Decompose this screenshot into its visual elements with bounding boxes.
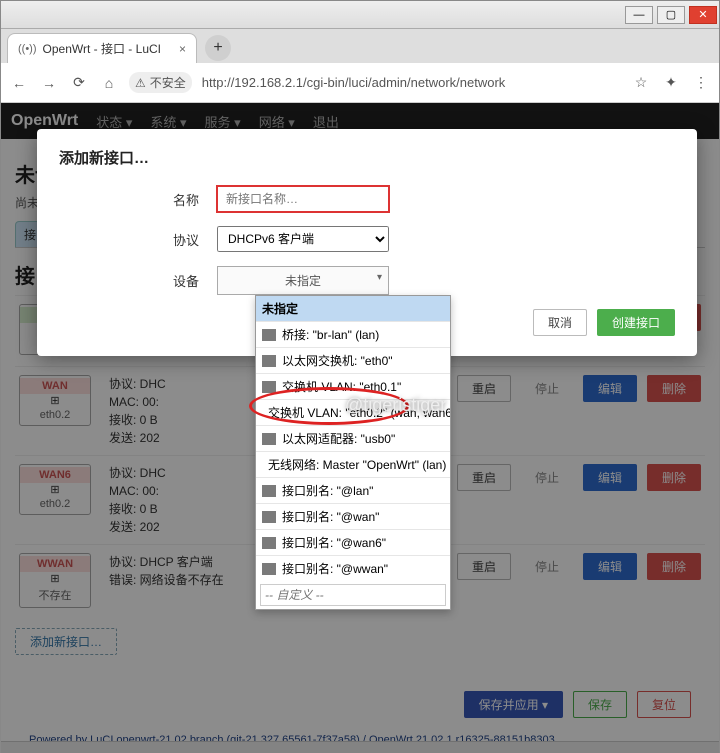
- security-badge[interactable]: ⚠ 不安全: [129, 72, 192, 93]
- device-option[interactable]: 交换机 VLAN: "eth0.1": [256, 373, 450, 399]
- page-viewport: OpenWrt 状态 ▾ 系统 ▾ 服务 ▾ 网络 ▾ 退出 未设 尚未 接口 …: [1, 103, 719, 753]
- tab-title: OpenWrt - 接口 - LuCI: [43, 40, 161, 57]
- device-option-label: 以太网适配器: "usb0": [282, 430, 395, 447]
- address-bar[interactable]: http://192.168.2.1/cgi-bin/luci/admin/ne…: [202, 75, 621, 90]
- browser-tabstrip: ((•)) OpenWrt - 接口 - LuCI × +: [1, 29, 719, 63]
- device-option-label: 桥接: "br-lan" (lan): [282, 326, 379, 343]
- cancel-button[interactable]: 取消: [533, 309, 587, 336]
- label-protocol: 协议: [59, 230, 217, 249]
- device-option-label: 交换机 VLAN: "eth0.1": [282, 378, 401, 395]
- device-option[interactable]: 桥接: "br-lan" (lan): [256, 321, 450, 347]
- device-option[interactable]: 接口别名: "@wwan": [256, 555, 450, 581]
- reload-button[interactable]: ⟳: [69, 74, 89, 91]
- device-option[interactable]: 以太网交换机: "eth0": [256, 347, 450, 373]
- device-option-label: 以太网交换机: "eth0": [282, 352, 393, 369]
- device-icon: [262, 537, 276, 549]
- create-interface-button[interactable]: 创建接口: [597, 309, 675, 336]
- device-option-label: 交换机 VLAN: "eth0.2" (wan, wan6): [268, 404, 450, 421]
- tab-close-icon[interactable]: ×: [179, 42, 186, 56]
- warning-icon: ⚠: [135, 76, 146, 90]
- device-option-label: 接口别名: "@lan": [282, 482, 373, 499]
- device-icon: [262, 355, 276, 367]
- label-name: 名称: [59, 190, 217, 209]
- device-option[interactable]: 交换机 VLAN: "eth0.2" (wan, wan6): [256, 399, 450, 425]
- name-input[interactable]: [217, 186, 389, 212]
- device-option[interactable]: 无线网络: Master "OpenWrt" (lan): [256, 451, 450, 477]
- protocol-select[interactable]: DHCPv6 客户端: [217, 226, 389, 252]
- bookmark-star-icon[interactable]: ☆: [631, 74, 651, 91]
- back-button[interactable]: ←: [9, 75, 29, 91]
- browser-tab[interactable]: ((•)) OpenWrt - 接口 - LuCI ×: [7, 33, 197, 63]
- forward-button[interactable]: →: [39, 75, 59, 91]
- device-option[interactable]: 以太网适配器: "usb0": [256, 425, 450, 451]
- device-option[interactable]: 接口别名: "@lan": [256, 477, 450, 503]
- window-max-button[interactable]: ▢: [657, 6, 685, 24]
- device-icon: [262, 563, 276, 575]
- dropdown-group-unspecified[interactable]: 未指定: [256, 296, 450, 321]
- device-select-button[interactable]: 未指定: [217, 266, 389, 295]
- device-dropdown: 未指定 桥接: "br-lan" (lan) 以太网交换机: "eth0" 交换机 …: [255, 295, 451, 610]
- home-button[interactable]: ⌂: [99, 75, 119, 91]
- device-option-label: 无线网络: Master "OpenWrt" (lan): [268, 456, 446, 473]
- device-option[interactable]: 接口别名: "@wan6": [256, 529, 450, 555]
- dropdown-custom-row: [256, 581, 450, 609]
- device-icon: [262, 511, 276, 523]
- window-min-button[interactable]: —: [625, 6, 653, 24]
- new-tab-button[interactable]: +: [205, 35, 231, 61]
- device-icon: [262, 433, 276, 445]
- browser-toolbar: ← → ⟳ ⌂ ⚠ 不安全 http://192.168.2.1/cgi-bin…: [1, 63, 719, 103]
- add-interface-modal: 添加新接口… 名称 协议 DHCPv6 客户端 设备 未指定 取消 创建接口 未…: [37, 129, 697, 356]
- window-titlebar: — ▢ ✕: [1, 1, 719, 29]
- device-option-label: 接口别名: "@wwan": [282, 560, 388, 577]
- device-icon: [262, 381, 276, 393]
- extensions-icon[interactable]: ✦: [661, 74, 681, 91]
- window-close-button[interactable]: ✕: [689, 6, 717, 24]
- device-option[interactable]: 接口别名: "@wan": [256, 503, 450, 529]
- dropdown-custom-input[interactable]: [260, 584, 446, 606]
- modal-title: 添加新接口…: [59, 147, 675, 168]
- device-option-label: 接口别名: "@wan": [282, 508, 379, 525]
- tab-favicon: ((•)): [18, 43, 37, 55]
- menu-icon[interactable]: ⋮: [691, 74, 711, 91]
- device-option-label: 接口别名: "@wan6": [282, 534, 386, 551]
- device-icon: [262, 485, 276, 497]
- insecure-label: 不安全: [150, 74, 186, 91]
- device-icon: [262, 329, 276, 341]
- label-device: 设备: [59, 271, 217, 290]
